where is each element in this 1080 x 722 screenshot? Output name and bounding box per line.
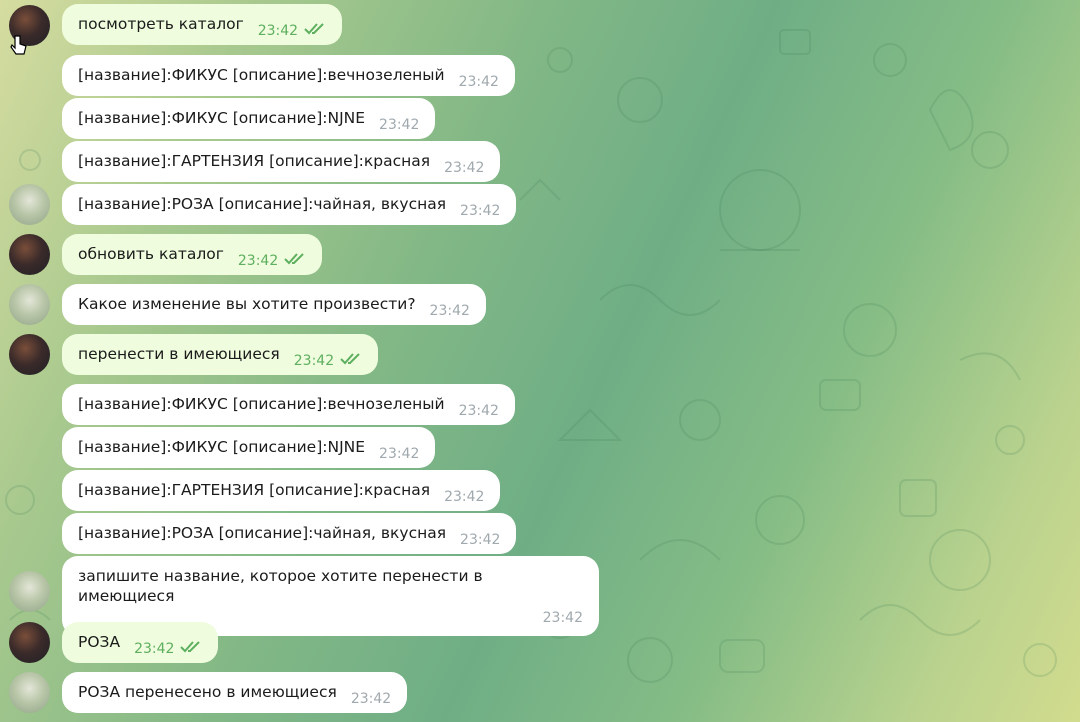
message-outgoing[interactable]: РОЗА 23:42 [62, 622, 219, 663]
double-check-icon [304, 20, 326, 40]
message-text: [название]:ФИКУС [описание]:вечнозеленый [78, 66, 445, 84]
message-incoming[interactable]: [название]:ФИКУС [описание]:NJNE 23:42 [62, 98, 436, 139]
message-time: 23:42 [429, 303, 470, 319]
message-time: 23:42 [293, 353, 335, 369]
message-text: Какое изменение вы хотите произвести? [78, 295, 416, 313]
message-time: 23:42 [350, 691, 392, 707]
user-avatar[interactable] [9, 234, 50, 275]
message-outgoing[interactable]: перенести в имеющиеся 23:42 [62, 334, 379, 375]
message-text: РОЗА [78, 633, 121, 651]
message-time: 23:42 [444, 160, 485, 176]
pointer-cursor-icon [10, 34, 28, 62]
message-outgoing[interactable]: обновить каталог 23:42 [62, 234, 323, 275]
double-check-icon [180, 638, 202, 658]
message-time: 23:42 [458, 403, 499, 419]
message-outgoing[interactable]: посмотреть каталог 23:42 [62, 4, 343, 45]
message-incoming[interactable]: [название]:ФИКУС [описание]:NJNE 23:42 [62, 427, 436, 468]
message-incoming[interactable]: [название]:ГАРТЕНЗИЯ [описание]:красная 2… [62, 141, 501, 182]
message-text: [название]:ГАРТЕНЗИЯ [описание]:красная [78, 152, 431, 170]
double-check-icon [284, 250, 306, 270]
message-time: 23:42 [460, 203, 501, 219]
message-incoming[interactable]: [название]:ФИКУС [описание]:вечнозеленый… [62, 55, 515, 96]
message-time: 23:42 [134, 641, 175, 657]
message-time: 23:42 [458, 74, 499, 90]
message-text: посмотреть каталог [78, 15, 244, 33]
message-time: 23:42 [237, 253, 279, 269]
message-text: [название]:РОЗА [описание]:чайная, вкусн… [78, 195, 447, 213]
message-time: 23:42 [379, 446, 420, 462]
user-avatar[interactable] [9, 334, 50, 375]
message-text: [название]:ФИКУС [описание]:вечнозеленый [78, 395, 445, 413]
message-incoming[interactable]: [название]:ГАРТЕНЗИЯ [описание]:красная 2… [62, 470, 501, 511]
message-text: [название]:ФИКУС [описание]:NJNE [78, 438, 366, 456]
chat-history[interactable]: посмотреть каталог 23:42 [название]:ФИКУС… [0, 0, 1080, 722]
message-text: [название]:РОЗА [описание]:чайная, вкусн… [78, 524, 447, 542]
message-text: запишите название, которое хотите перене… [78, 567, 483, 605]
bot-avatar[interactable] [9, 284, 50, 325]
message-text: перенести в имеющиеся [78, 345, 280, 363]
double-check-icon [340, 350, 362, 370]
bot-avatar[interactable] [9, 672, 50, 713]
message-incoming[interactable]: [название]:РОЗА [описание]:чайная, вкусн… [62, 184, 517, 225]
bot-avatar[interactable] [9, 571, 50, 612]
message-text: обновить каталог [78, 245, 224, 263]
message-time: 23:42 [460, 532, 501, 548]
message-incoming[interactable]: [название]:ФИКУС [описание]:вечнозеленый… [62, 384, 515, 425]
message-time: 23:42 [444, 489, 485, 505]
message-text: [название]:ГАРТЕНЗИЯ [описание]:красная [78, 481, 431, 499]
message-time: 23:42 [257, 23, 299, 39]
message-incoming[interactable]: [название]:РОЗА [описание]:чайная, вкусн… [62, 513, 517, 554]
bot-avatar[interactable] [9, 184, 50, 225]
message-text: [название]:ФИКУС [описание]:NJNE [78, 109, 366, 127]
message-incoming[interactable]: РОЗА перенесено в имеющиеся 23:42 [62, 672, 408, 713]
message-time: 23:42 [379, 117, 420, 133]
message-incoming[interactable]: Какое изменение вы хотите произвести? 23:… [62, 284, 486, 325]
message-text: РОЗА перенесено в имеющиеся [78, 683, 337, 701]
user-avatar[interactable] [9, 622, 50, 663]
